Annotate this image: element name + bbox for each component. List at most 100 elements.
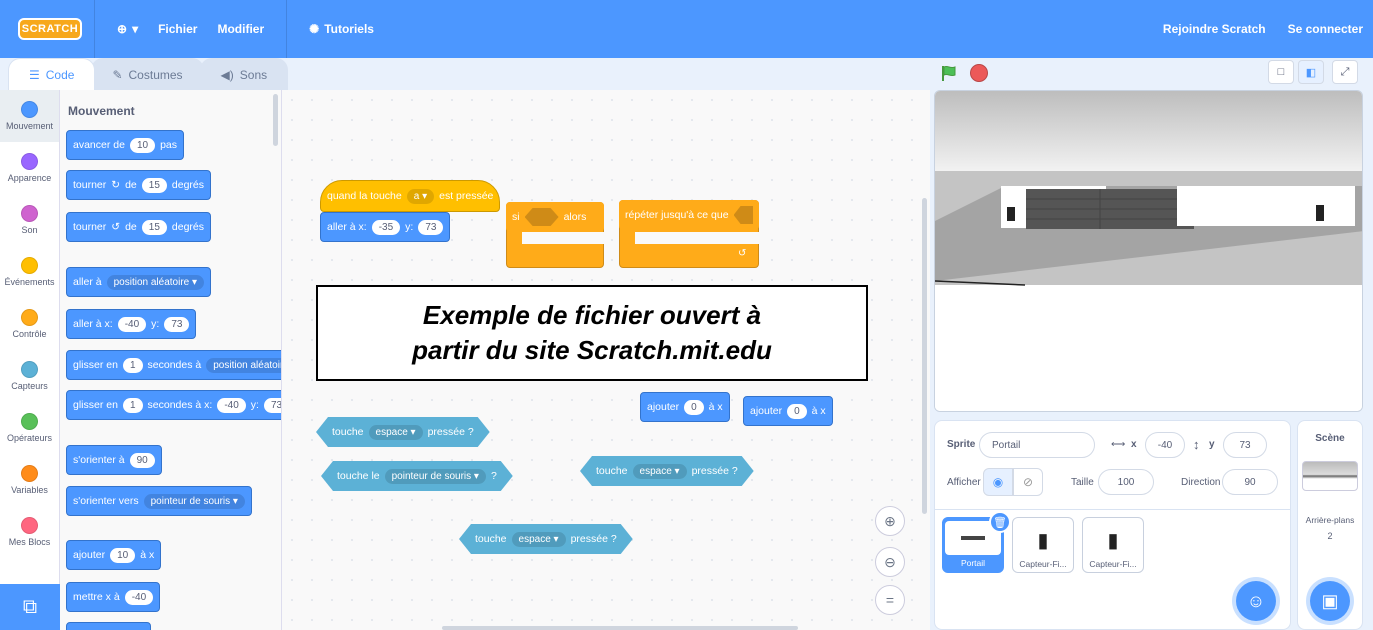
category-sound[interactable]: Son — [0, 194, 59, 246]
key-pressed-block[interactable]: touche espace ▾ pressée ? — [580, 456, 754, 486]
stop-icon[interactable] — [970, 64, 988, 82]
show-sprite-button[interactable]: ◉ — [983, 468, 1013, 496]
choose-backdrop-button[interactable]: ▣ — [1310, 581, 1350, 621]
block-text: aller à — [73, 276, 102, 288]
block-dropdown[interactable]: position aléatoire — [206, 357, 281, 373]
block-input[interactable]: 73 — [263, 397, 281, 413]
category-dot — [21, 101, 38, 118]
change-x-block[interactable]: ajouter 0 à x — [743, 396, 833, 426]
zoom-reset-button[interactable]: = — [875, 585, 905, 615]
block-dropdown[interactable]: espace ▾ — [369, 425, 423, 440]
category-operators[interactable]: Opérateurs — [0, 402, 59, 454]
category-my-blocks[interactable]: Mes Blocs — [0, 506, 59, 558]
block-dropdown[interactable]: position aléatoire ▾ — [106, 274, 205, 290]
workspace-horizontal-scrollbar[interactable] — [442, 626, 798, 630]
palette-block-partial[interactable] — [66, 622, 151, 630]
condition-slot[interactable] — [524, 208, 559, 226]
move-steps-block[interactable]: avancer de 10 pas — [66, 130, 185, 160]
category-dot — [21, 309, 38, 326]
block-input[interactable]: 0 — [787, 403, 807, 419]
zoom-in-icon: ⊕ — [884, 512, 896, 529]
scratch-logo[interactable]: SCRATCH — [18, 18, 82, 40]
file-menu[interactable]: Fichier — [158, 22, 197, 36]
sprite-name-input[interactable]: Portail — [979, 432, 1095, 458]
point-direction-block[interactable]: s'orienter à 90 — [66, 445, 162, 475]
fullscreen-button[interactable]: ⤢ — [1332, 60, 1358, 84]
if-block[interactable]: si alors — [506, 202, 604, 232]
tab-code[interactable]: ☰ Code — [8, 58, 96, 90]
category-dot — [21, 413, 38, 430]
choose-sprite-button[interactable]: ☺ — [1236, 581, 1276, 621]
category-events[interactable]: Événements — [0, 246, 59, 298]
block-input[interactable]: 73 — [418, 219, 444, 235]
block-dropdown[interactable]: a ▾ — [406, 188, 435, 204]
category-variables[interactable]: Variables — [0, 454, 59, 506]
delete-sprite-button[interactable]: 🗑 — [989, 511, 1011, 533]
large-stage-button[interactable]: ◧ — [1298, 60, 1324, 84]
repeat-until-block[interactable]: répéter jusqu'à ce que — [619, 200, 759, 230]
y-input[interactable]: 73 — [1223, 432, 1267, 458]
category-dot — [21, 153, 38, 170]
block-input[interactable]: 73 — [164, 316, 190, 332]
goto-xy-block[interactable]: aller à x: -35 y: 73 — [320, 212, 451, 242]
block-dropdown[interactable]: espace ▾ — [633, 464, 687, 479]
block-input[interactable]: 15 — [141, 177, 167, 193]
block-input[interactable]: 0 — [684, 399, 704, 415]
size-input[interactable]: 100 — [1098, 469, 1154, 495]
stage-canvas[interactable] — [934, 90, 1363, 412]
block-input[interactable]: 15 — [141, 219, 167, 235]
category-sensing[interactable]: Capteurs — [0, 350, 59, 402]
block-dropdown[interactable]: pointeur de souris ▾ — [143, 493, 245, 509]
sprite-thumb-capteur-1[interactable]: ▮ Capteur-Fi... — [1012, 517, 1074, 573]
block-input[interactable]: -40 — [217, 397, 246, 413]
turn-right-block[interactable]: tourner ↻ de 15 degrés — [66, 170, 212, 200]
goto-block[interactable]: aller à position aléatoire ▾ — [66, 267, 212, 297]
point-towards-block[interactable]: s'orienter vers pointeur de souris ▾ — [66, 486, 252, 516]
touching-block[interactable]: touche le pointeur de souris ▾? — [321, 461, 513, 491]
change-x-block[interactable]: ajouter 10 à x — [66, 540, 162, 570]
hide-sprite-button[interactable]: ⊘ — [1013, 468, 1043, 496]
glide-xy-block[interactable]: glisser en 1 secondes à x: -40 y: 73 — [66, 390, 281, 420]
set-x-block[interactable]: mettre x à -40 — [66, 582, 161, 612]
zoom-in-button[interactable]: ⊕ — [875, 506, 905, 536]
add-extension-button[interactable]: ⧉ — [0, 584, 60, 630]
direction-input[interactable]: 90 — [1222, 469, 1278, 495]
block-input[interactable]: -40 — [117, 316, 147, 332]
block-dropdown[interactable]: espace ▾ — [512, 532, 566, 547]
block-input[interactable]: 10 — [129, 137, 156, 153]
sign-in-link[interactable]: Se connecter — [1288, 22, 1363, 36]
category-control[interactable]: Contrôle — [0, 298, 59, 350]
turn-left-block[interactable]: tourner ↺ de 15 degrés — [66, 212, 212, 242]
edit-menu[interactable]: Modifier — [217, 22, 264, 36]
small-stage-button[interactable]: □ — [1268, 60, 1294, 84]
extension-icon: ⧉ — [22, 595, 38, 618]
join-scratch-link[interactable]: Rejoindre Scratch — [1163, 22, 1266, 36]
block-input[interactable]: -35 — [371, 219, 401, 235]
block-input[interactable]: -40 — [124, 589, 154, 605]
x-input[interactable]: -40 — [1145, 432, 1185, 458]
tab-costumes[interactable]: ✎ Costumes — [91, 58, 204, 90]
tab-sounds[interactable]: ◀) Sons — [199, 58, 289, 90]
goto-xy-block[interactable]: aller à x: -40 y: 73 — [66, 309, 197, 339]
palette-scrollbar[interactable] — [273, 94, 278, 146]
category-looks[interactable]: Apparence — [0, 142, 59, 194]
glide-block[interactable]: glisser en 1 secondes à position aléatoire — [66, 350, 281, 380]
key-pressed-block[interactable]: touche espace ▾ pressée ? — [316, 417, 490, 447]
sprite-thumb-capteur-2[interactable]: ▮ Capteur-Fi... — [1082, 517, 1144, 573]
block-text: pressée ? — [427, 426, 474, 438]
tutorials-menu[interactable]: ✺ Tutoriels — [309, 22, 374, 36]
block-input[interactable]: 90 — [129, 452, 155, 468]
block-dropdown[interactable]: pointeur de souris ▾ — [385, 469, 486, 484]
block-input[interactable]: 1 — [122, 397, 143, 413]
change-x-block[interactable]: ajouter 0 à x — [640, 392, 730, 422]
language-menu[interactable]: ⊕ ▾ — [117, 22, 138, 36]
green-flag-icon[interactable] — [940, 64, 958, 82]
when-key-pressed-hat[interactable]: quand la touche a ▾ est pressée — [320, 180, 501, 212]
zoom-out-button[interactable]: ⊖ — [875, 547, 905, 577]
workspace-vertical-scrollbar[interactable] — [922, 198, 927, 514]
condition-slot[interactable] — [733, 206, 753, 224]
block-input[interactable]: 10 — [110, 547, 136, 563]
block-input[interactable]: 1 — [122, 357, 143, 373]
key-pressed-block[interactable]: touche espace ▾ pressée ? — [459, 524, 633, 554]
category-motion[interactable]: Mouvement — [0, 90, 59, 142]
